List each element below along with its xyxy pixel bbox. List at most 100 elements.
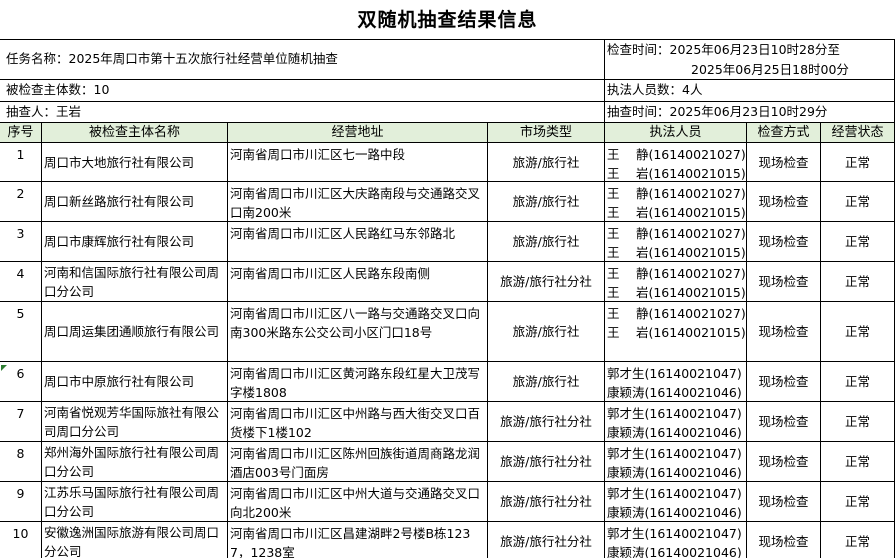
status-cell[interactable]: 正常 xyxy=(821,362,895,402)
subject-name-text: 河南省悦观芳华国际旅社有限公司周口分公司 xyxy=(44,404,220,439)
inspector-name: 王 静(16140021027) xyxy=(607,147,746,162)
address-cell[interactable]: 河南省周口市川汇区八一路与交通路交叉口向南300米路东公交公司小区门口18号 xyxy=(228,302,488,362)
inspector-name: 康颖涛(16140021046) xyxy=(607,465,742,480)
sampler-cell[interactable]: 抽查人：王岩 xyxy=(0,102,605,123)
row-index-text: 7 xyxy=(16,406,25,421)
row-index-cell[interactable]: 4 xyxy=(0,262,42,302)
subject-name-cell[interactable]: 周口新丝路旅行社有限公司 xyxy=(42,182,228,222)
address-cell[interactable]: 河南省周口市川汇区七一路中段 xyxy=(228,143,488,182)
header-subject-name[interactable]: 被检查主体名称 xyxy=(42,123,228,143)
method-text: 现场检查 xyxy=(758,154,809,170)
check-time-cell[interactable]: 检查时间：2025年06月23日10时28分至 2025年06月25日18时00… xyxy=(605,40,895,80)
method-cell[interactable]: 现场检查 xyxy=(747,182,821,222)
status-cell[interactable]: 正常 xyxy=(821,262,895,302)
row-index-cell[interactable]: 8 xyxy=(0,442,42,482)
status-cell[interactable]: 正常 xyxy=(821,143,895,182)
market-type-cell[interactable]: 旅游/旅行社分社 xyxy=(488,402,605,442)
status-text: 正常 xyxy=(844,194,870,209)
address-cell[interactable]: 河南省周口市川汇区中州路与西大街交叉口百货楼下1楼102 xyxy=(228,402,488,442)
subject-name-text: 周口市中原旅行社有限公司 xyxy=(44,374,195,389)
inspectors-cell[interactable]: 王 静(16140021027) 王 岩(16140021015) xyxy=(605,143,747,182)
row-index-cell[interactable]: 3 xyxy=(0,222,42,262)
task-name-cell[interactable]: 任务名称：2025年周口市第十五次旅行社经营单位随机抽查 xyxy=(0,40,605,80)
method-text: 现场检查 xyxy=(758,324,809,339)
address-cell[interactable]: 河南省周口市川汇区陈州回族街道周商路龙润酒店003号门面房 xyxy=(228,442,488,482)
inspectors-cell[interactable]: 王 静(16140021027) 王 岩(16140021015) xyxy=(605,182,747,222)
row-index-cell[interactable]: 10 xyxy=(0,522,42,558)
method-cell[interactable]: 现场检查 xyxy=(747,222,821,262)
row-index-cell[interactable]: 7 xyxy=(0,402,42,442)
method-cell[interactable]: 现场检查 xyxy=(747,143,821,182)
market-type-cell[interactable]: 旅游/旅行社 xyxy=(488,143,605,182)
market-type-cell[interactable]: 旅游/旅行社分社 xyxy=(488,482,605,522)
market-type-cell[interactable]: 旅游/旅行社 xyxy=(488,302,605,362)
market-type-text: 旅游/旅行社 xyxy=(512,374,580,389)
status-cell[interactable]: 正常 xyxy=(821,222,895,262)
market-type-cell[interactable]: 旅游/旅行社 xyxy=(488,182,605,222)
inspectors-cell[interactable]: 王 静(16140021027) 王 岩(16140021015) xyxy=(605,262,747,302)
row-index-text: 8 xyxy=(16,446,25,461)
status-text: 正常 xyxy=(844,154,870,170)
method-cell[interactable]: 现场检查 xyxy=(747,262,821,302)
header-inspectors[interactable]: 执法人员 xyxy=(605,123,747,143)
address-cell[interactable]: 河南省周口市川汇区黄河路东段红星大卫茂写字楼1808 xyxy=(228,362,488,402)
method-text: 现场检查 xyxy=(758,194,809,209)
status-cell[interactable]: 正常 xyxy=(821,302,895,362)
status-cell[interactable]: 正常 xyxy=(821,522,895,558)
method-cell[interactable]: 现场检查 xyxy=(747,302,821,362)
status-cell[interactable]: 正常 xyxy=(821,402,895,442)
subject-name-text: 安徽逸洲国际旅游有限公司周口分公司 xyxy=(44,524,220,558)
method-cell[interactable]: 现场检查 xyxy=(747,402,821,442)
inspectors-cell[interactable]: 郭才生(16140021047) 康颖涛(16140021046) xyxy=(605,482,747,522)
status-cell[interactable]: 正常 xyxy=(821,182,895,222)
sheet-title[interactable]: 双随机抽查结果信息 xyxy=(0,0,895,40)
header-method[interactable]: 检查方式 xyxy=(747,123,821,143)
market-type-cell[interactable]: 旅游/旅行社分社 xyxy=(488,522,605,558)
subject-name-cell[interactable]: 周口市中原旅行社有限公司 xyxy=(42,362,228,402)
subject-name-cell[interactable]: 江苏乐马国际旅行社有限公司周口分公司 xyxy=(42,482,228,522)
subject-name-cell[interactable]: 周口市大地旅行社有限公司 xyxy=(42,143,228,182)
method-cell[interactable]: 现场检查 xyxy=(747,522,821,558)
row-index-cell[interactable]: 9 xyxy=(0,482,42,522)
subject-name-cell[interactable]: 郑州海外国际旅行社有限公司周口分公司 xyxy=(42,442,228,482)
subject-name-cell[interactable]: 河南省悦观芳华国际旅社有限公司周口分公司 xyxy=(42,402,228,442)
address-cell[interactable]: 河南省周口市川汇区人民路红马东邻路北 xyxy=(228,222,488,262)
market-type-cell[interactable]: 旅游/旅行社分社 xyxy=(488,262,605,302)
header-market-type[interactable]: 市场类型 xyxy=(488,123,605,143)
subject-name-cell[interactable]: 河南和信国际旅行社有限公司周口分公司 xyxy=(42,262,228,302)
address-cell[interactable]: 河南省周口市川汇区中州大道与交通路交叉口向北200米 xyxy=(228,482,488,522)
inspector-name: 郭才生(16140021047) xyxy=(607,406,742,421)
market-type-cell[interactable]: 旅游/旅行社分社 xyxy=(488,442,605,482)
inspectors-cell[interactable]: 郭才生(16140021047) 康颖涛(16140021046) xyxy=(605,362,747,402)
row-index-cell[interactable]: 5 xyxy=(0,302,42,362)
inspectors-cell[interactable]: 王 静(16140021027) 王 岩(16140021015) xyxy=(605,222,747,262)
header-index[interactable]: 序号 xyxy=(0,123,42,143)
market-type-cell[interactable]: 旅游/旅行社 xyxy=(488,222,605,262)
inspectors-cell[interactable]: 郭才生(16140021047) 康颖涛(16140021046) xyxy=(605,522,747,558)
row-index-cell[interactable]: 2 xyxy=(0,182,42,222)
officer-count-cell[interactable]: 执法人员数：4人 xyxy=(605,80,895,102)
status-cell[interactable]: 正常 xyxy=(821,482,895,522)
header-status[interactable]: 经营状态 xyxy=(821,123,895,143)
inspector-name: 王 岩(16140021015) xyxy=(607,166,746,181)
status-cell[interactable]: 正常 xyxy=(821,442,895,482)
subject-name-cell[interactable]: 周口周运集团通顺旅行有限公司 xyxy=(42,302,228,362)
row-index-cell[interactable]: 1 xyxy=(0,143,42,182)
method-cell[interactable]: 现场检查 xyxy=(747,362,821,402)
row-index-cell[interactable]: 6 xyxy=(0,362,42,402)
method-cell[interactable]: 现场检查 xyxy=(747,482,821,522)
inspectors-cell[interactable]: 郭才生(16140021047) 康颖涛(16140021046) xyxy=(605,442,747,482)
method-text: 现场检查 xyxy=(758,534,809,549)
subject-count-cell[interactable]: 被检查主体数：10 xyxy=(0,80,605,102)
method-cell[interactable]: 现场检查 xyxy=(747,442,821,482)
subject-name-cell[interactable]: 安徽逸洲国际旅游有限公司周口分公司 xyxy=(42,522,228,558)
address-cell[interactable]: 河南省周口市川汇区大庆路南段与交通路交叉口南200米 xyxy=(228,182,488,222)
address-cell[interactable]: 河南省周口市川汇区人民路东段南侧 xyxy=(228,262,488,302)
subject-name-cell[interactable]: 周口市康辉旅行社有限公司 xyxy=(42,222,228,262)
address-cell[interactable]: 河南省周口市川汇区昌建湖畔2号楼B栋1237，1238室 xyxy=(228,522,488,558)
market-type-cell[interactable]: 旅游/旅行社 xyxy=(488,362,605,402)
inspectors-cell[interactable]: 郭才生(16140021047) 康颖涛(16140021046) xyxy=(605,402,747,442)
sample-time-cell[interactable]: 抽查时间：2025年06月23日10时29分 xyxy=(605,102,895,123)
inspectors-cell[interactable]: 王 静(16140021027) 王 岩(16140021015) xyxy=(605,302,747,362)
header-address[interactable]: 经营地址 xyxy=(228,123,488,143)
